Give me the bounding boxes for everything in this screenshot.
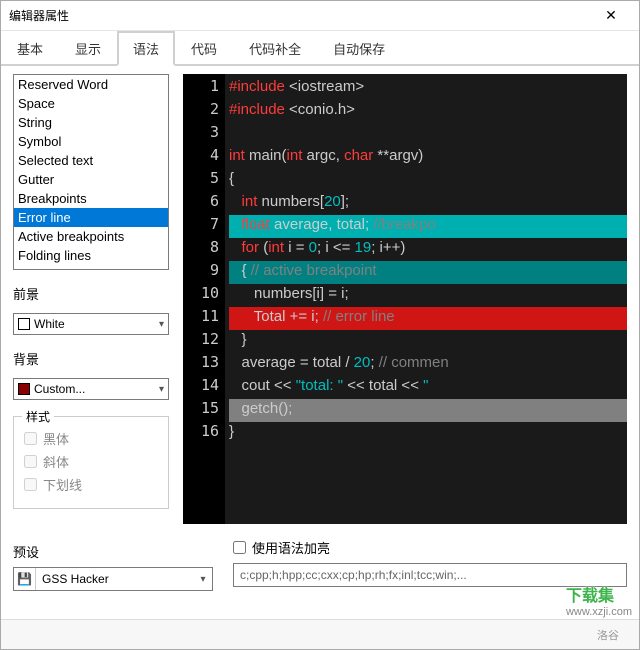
foreground-value: White (34, 317, 159, 331)
titlebar: 编辑器属性 ✕ (1, 1, 639, 31)
list-item[interactable]: Space (14, 94, 168, 113)
code-line: average = total / 20; // commen (229, 353, 627, 371)
italic-label: 斜体 (43, 452, 69, 471)
chevron-down-icon: ▾ (159, 319, 164, 330)
preset-value: GSS Hacker (36, 572, 194, 586)
foreground-swatch (18, 318, 30, 330)
background-value: Custom... (34, 382, 159, 396)
close-icon[interactable]: ✕ (591, 7, 631, 24)
foreground-combo[interactable]: White ▾ (13, 313, 169, 335)
line-number: 3 (183, 123, 225, 141)
style-group-label: 样式 (22, 408, 54, 425)
italic-checkbox[interactable] (24, 455, 37, 468)
line-number: 9 (183, 261, 225, 279)
line-number: 12 (183, 330, 225, 348)
bold-label: 黑体 (43, 429, 69, 448)
list-item[interactable]: Selected text (14, 151, 168, 170)
chevron-down-icon: ▾ (194, 574, 212, 585)
tab-基本[interactable]: 基本 (1, 31, 59, 66)
line-number: 15 (183, 399, 225, 417)
code-line: { (229, 169, 627, 187)
code-line: numbers[i] = i; (229, 284, 627, 302)
list-item[interactable]: Symbol (14, 132, 168, 151)
signature: 洛谷 (597, 627, 619, 643)
tab-显示[interactable]: 显示 (59, 31, 117, 66)
code-line: for (int i = 0; i <= 19; i++) (229, 238, 627, 256)
code-line: getch(); (229, 399, 627, 417)
list-item[interactable]: Breakpoints (14, 189, 168, 208)
list-item[interactable]: Gutter (14, 170, 168, 189)
save-preset-icon[interactable]: 💾 (14, 568, 36, 590)
line-number: 16 (183, 422, 225, 440)
code-line: { // active breakpoint (229, 261, 627, 279)
underline-checkbox[interactable] (24, 478, 37, 491)
code-preview: 1#include <iostream>2#include <conio.h>3… (183, 74, 627, 524)
extensions-input[interactable] (233, 563, 627, 587)
list-item[interactable]: Error line (14, 208, 168, 227)
list-item[interactable]: String (14, 113, 168, 132)
list-item[interactable]: Active breakpoints (14, 227, 168, 246)
line-number: 4 (183, 146, 225, 164)
line-number: 5 (183, 169, 225, 187)
code-line: float average, total; //breakpo (229, 215, 627, 233)
code-line: Total += i; // error line (229, 307, 627, 325)
style-groupbox: 样式 黑体 斜体 下划线 (13, 416, 169, 509)
background-label: 背景 (13, 349, 169, 368)
bold-checkbox[interactable] (24, 432, 37, 445)
tab-代码补全[interactable]: 代码补全 (233, 31, 317, 66)
code-line: #include <iostream> (229, 77, 627, 95)
line-number: 7 (183, 215, 225, 233)
underline-label: 下划线 (43, 475, 82, 494)
line-number: 11 (183, 307, 225, 325)
code-line: int main(int argc, char **argv) (229, 146, 627, 164)
preset-label: 预设 (13, 542, 213, 561)
tab-语法[interactable]: 语法 (117, 31, 175, 66)
syntax-item-list[interactable]: Reserved WordSpaceStringSymbolSelected t… (13, 74, 169, 270)
code-line: cout << "total: " << total << " (229, 376, 627, 394)
code-line: int numbers[20]; (229, 192, 627, 210)
code-line: } (229, 330, 627, 348)
chevron-down-icon: ▾ (159, 384, 164, 395)
tab-bar: 基本显示语法代码代码补全自动保存 (1, 31, 639, 66)
background-swatch (18, 383, 30, 395)
window-title: 编辑器属性 (9, 7, 591, 24)
line-number: 6 (183, 192, 225, 210)
code-line: } (229, 422, 627, 440)
use-syntax-hl-label: 使用语法加亮 (252, 538, 330, 557)
line-number: 2 (183, 100, 225, 118)
line-number: 10 (183, 284, 225, 302)
line-number: 8 (183, 238, 225, 256)
code-line: #include <conio.h> (229, 100, 627, 118)
tab-自动保存[interactable]: 自动保存 (317, 31, 401, 66)
list-item[interactable]: Reserved Word (14, 75, 168, 94)
use-syntax-hl-checkbox[interactable] (233, 541, 246, 554)
line-number: 14 (183, 376, 225, 394)
line-number: 1 (183, 77, 225, 95)
button-bar: 洛谷 (1, 619, 639, 649)
line-number: 13 (183, 353, 225, 371)
foreground-label: 前景 (13, 284, 169, 303)
background-combo[interactable]: Custom... ▾ (13, 378, 169, 400)
tab-代码[interactable]: 代码 (175, 31, 233, 66)
preset-combo[interactable]: 💾 GSS Hacker ▾ (13, 567, 213, 591)
list-item[interactable]: Folding lines (14, 246, 168, 265)
content-area: Reserved WordSpaceStringSymbolSelected t… (1, 66, 639, 619)
editor-properties-window: 编辑器属性 ✕ 基本显示语法代码代码补全自动保存 Reserved WordSp… (0, 0, 640, 650)
